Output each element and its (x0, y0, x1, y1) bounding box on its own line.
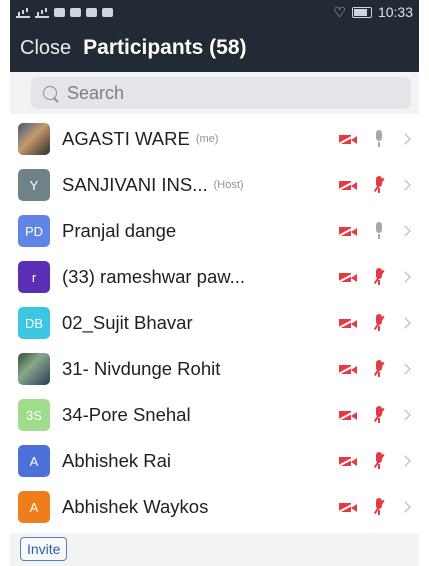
participant-row[interactable]: Y SANJIVANI INS... (Host) (10, 162, 419, 208)
participant-name: 31- Nivdunge Rohit (62, 358, 221, 379)
video-off-icon (338, 271, 358, 283)
participant-name: (33) rameshwar paw... (62, 266, 246, 287)
video-off-icon (338, 409, 358, 421)
participant-status-icons (338, 208, 413, 254)
close-button[interactable]: Close (20, 37, 71, 60)
avatar (18, 353, 50, 385)
search-input[interactable]: Search (31, 77, 411, 109)
notification-icon (86, 7, 97, 17)
mic-muted-icon (373, 314, 385, 332)
search-placeholder: Search (67, 82, 125, 103)
page-title: Participants (58) (83, 36, 247, 59)
participant-status-icons (338, 484, 413, 530)
mic-muted-icon (373, 498, 385, 516)
mic-muted-icon (373, 268, 385, 286)
avatar: PD (18, 215, 50, 247)
video-off-icon (338, 501, 358, 513)
participant-status-icons (338, 116, 413, 162)
avatar: r (18, 261, 50, 293)
search-icon (43, 86, 57, 100)
participant-status-icons (338, 438, 413, 484)
mic-icon (373, 222, 385, 240)
avatar: Y (18, 169, 50, 201)
video-off-icon (338, 133, 358, 145)
chevron-right-icon[interactable] (399, 501, 411, 513)
video-off-icon (338, 225, 358, 237)
participant-row[interactable]: PD Pranjal dange (10, 208, 419, 254)
participant-row[interactable]: 31- Nivdunge Rohit (10, 346, 419, 392)
participant-status-icons (338, 162, 413, 208)
message-icon (54, 7, 65, 17)
mic-icon (373, 130, 385, 148)
signal-icon-2 (35, 6, 49, 18)
participant-status-icons (338, 346, 413, 392)
video-off-icon (338, 179, 358, 191)
mic-muted-icon (373, 176, 385, 194)
participant-name: AGASTI WARE (62, 128, 190, 149)
participant-name: Abhishek Rai (62, 450, 172, 471)
participant-status-icons (338, 300, 413, 346)
participant-name: SANJIVANI INS... (62, 174, 208, 195)
participant-row[interactable]: r (33) rameshwar paw... (10, 254, 419, 300)
chevron-right-icon[interactable] (399, 455, 411, 467)
signal-icon (16, 6, 30, 18)
battery-icon (351, 6, 372, 18)
mic-muted-icon (373, 360, 385, 378)
mic-muted-icon (373, 406, 385, 424)
chevron-right-icon[interactable] (399, 271, 411, 283)
chevron-right-icon[interactable] (399, 225, 411, 237)
chevron-right-icon[interactable] (399, 363, 411, 375)
heart-icon: ♡ (333, 3, 346, 20)
participant-list: AGASTI WARE (me) Y SANJIVANI INS... (Host) PD… (10, 116, 419, 530)
app-icon (70, 7, 81, 17)
top-bar: ♡ 10:33 Close Participants (58) (10, 0, 419, 72)
participant-name: 02_Sujit Bhavar (62, 312, 193, 333)
participant-row[interactable]: AGASTI WARE (me) (10, 116, 419, 162)
invite-button[interactable]: Invite (20, 537, 68, 561)
status-bar: ♡ 10:33 (10, 0, 419, 24)
avatar: DB (18, 307, 50, 339)
participant-name: Abhishek Waykos (62, 496, 209, 517)
mic-muted-icon (373, 452, 385, 470)
avatar: A (18, 491, 50, 523)
participant-name: 34-Pore Snehal (62, 404, 191, 425)
video-notification-icon (102, 7, 113, 17)
avatar: A (18, 445, 50, 477)
avatar (18, 123, 50, 155)
video-off-icon (338, 363, 358, 375)
chevron-right-icon[interactable] (399, 409, 411, 421)
chevron-right-icon[interactable] (399, 133, 411, 145)
participant-row[interactable]: DB 02_Sujit Bhavar (10, 300, 419, 346)
search-bar: Search (10, 72, 419, 114)
participant-tag: (Host) (213, 179, 244, 191)
avatar: 3S (18, 399, 50, 431)
video-off-icon (338, 455, 358, 467)
chevron-right-icon[interactable] (399, 179, 411, 191)
participant-tag: (me) (195, 133, 219, 145)
video-off-icon (338, 317, 358, 329)
participant-row[interactable]: 3S 34-Pore Snehal (10, 392, 419, 438)
participant-status-icons (338, 392, 413, 438)
footer: Invite (10, 533, 419, 566)
participant-name: Pranjal dange (62, 220, 177, 241)
participant-status-icons (338, 254, 413, 300)
participant-row[interactable]: A Abhishek Rai (10, 438, 419, 484)
chevron-right-icon[interactable] (399, 317, 411, 329)
participant-row[interactable]: A Abhishek Waykos (10, 484, 419, 530)
status-time: 10:33 (377, 4, 413, 20)
title-bar: Close Participants (58) (10, 24, 419, 72)
